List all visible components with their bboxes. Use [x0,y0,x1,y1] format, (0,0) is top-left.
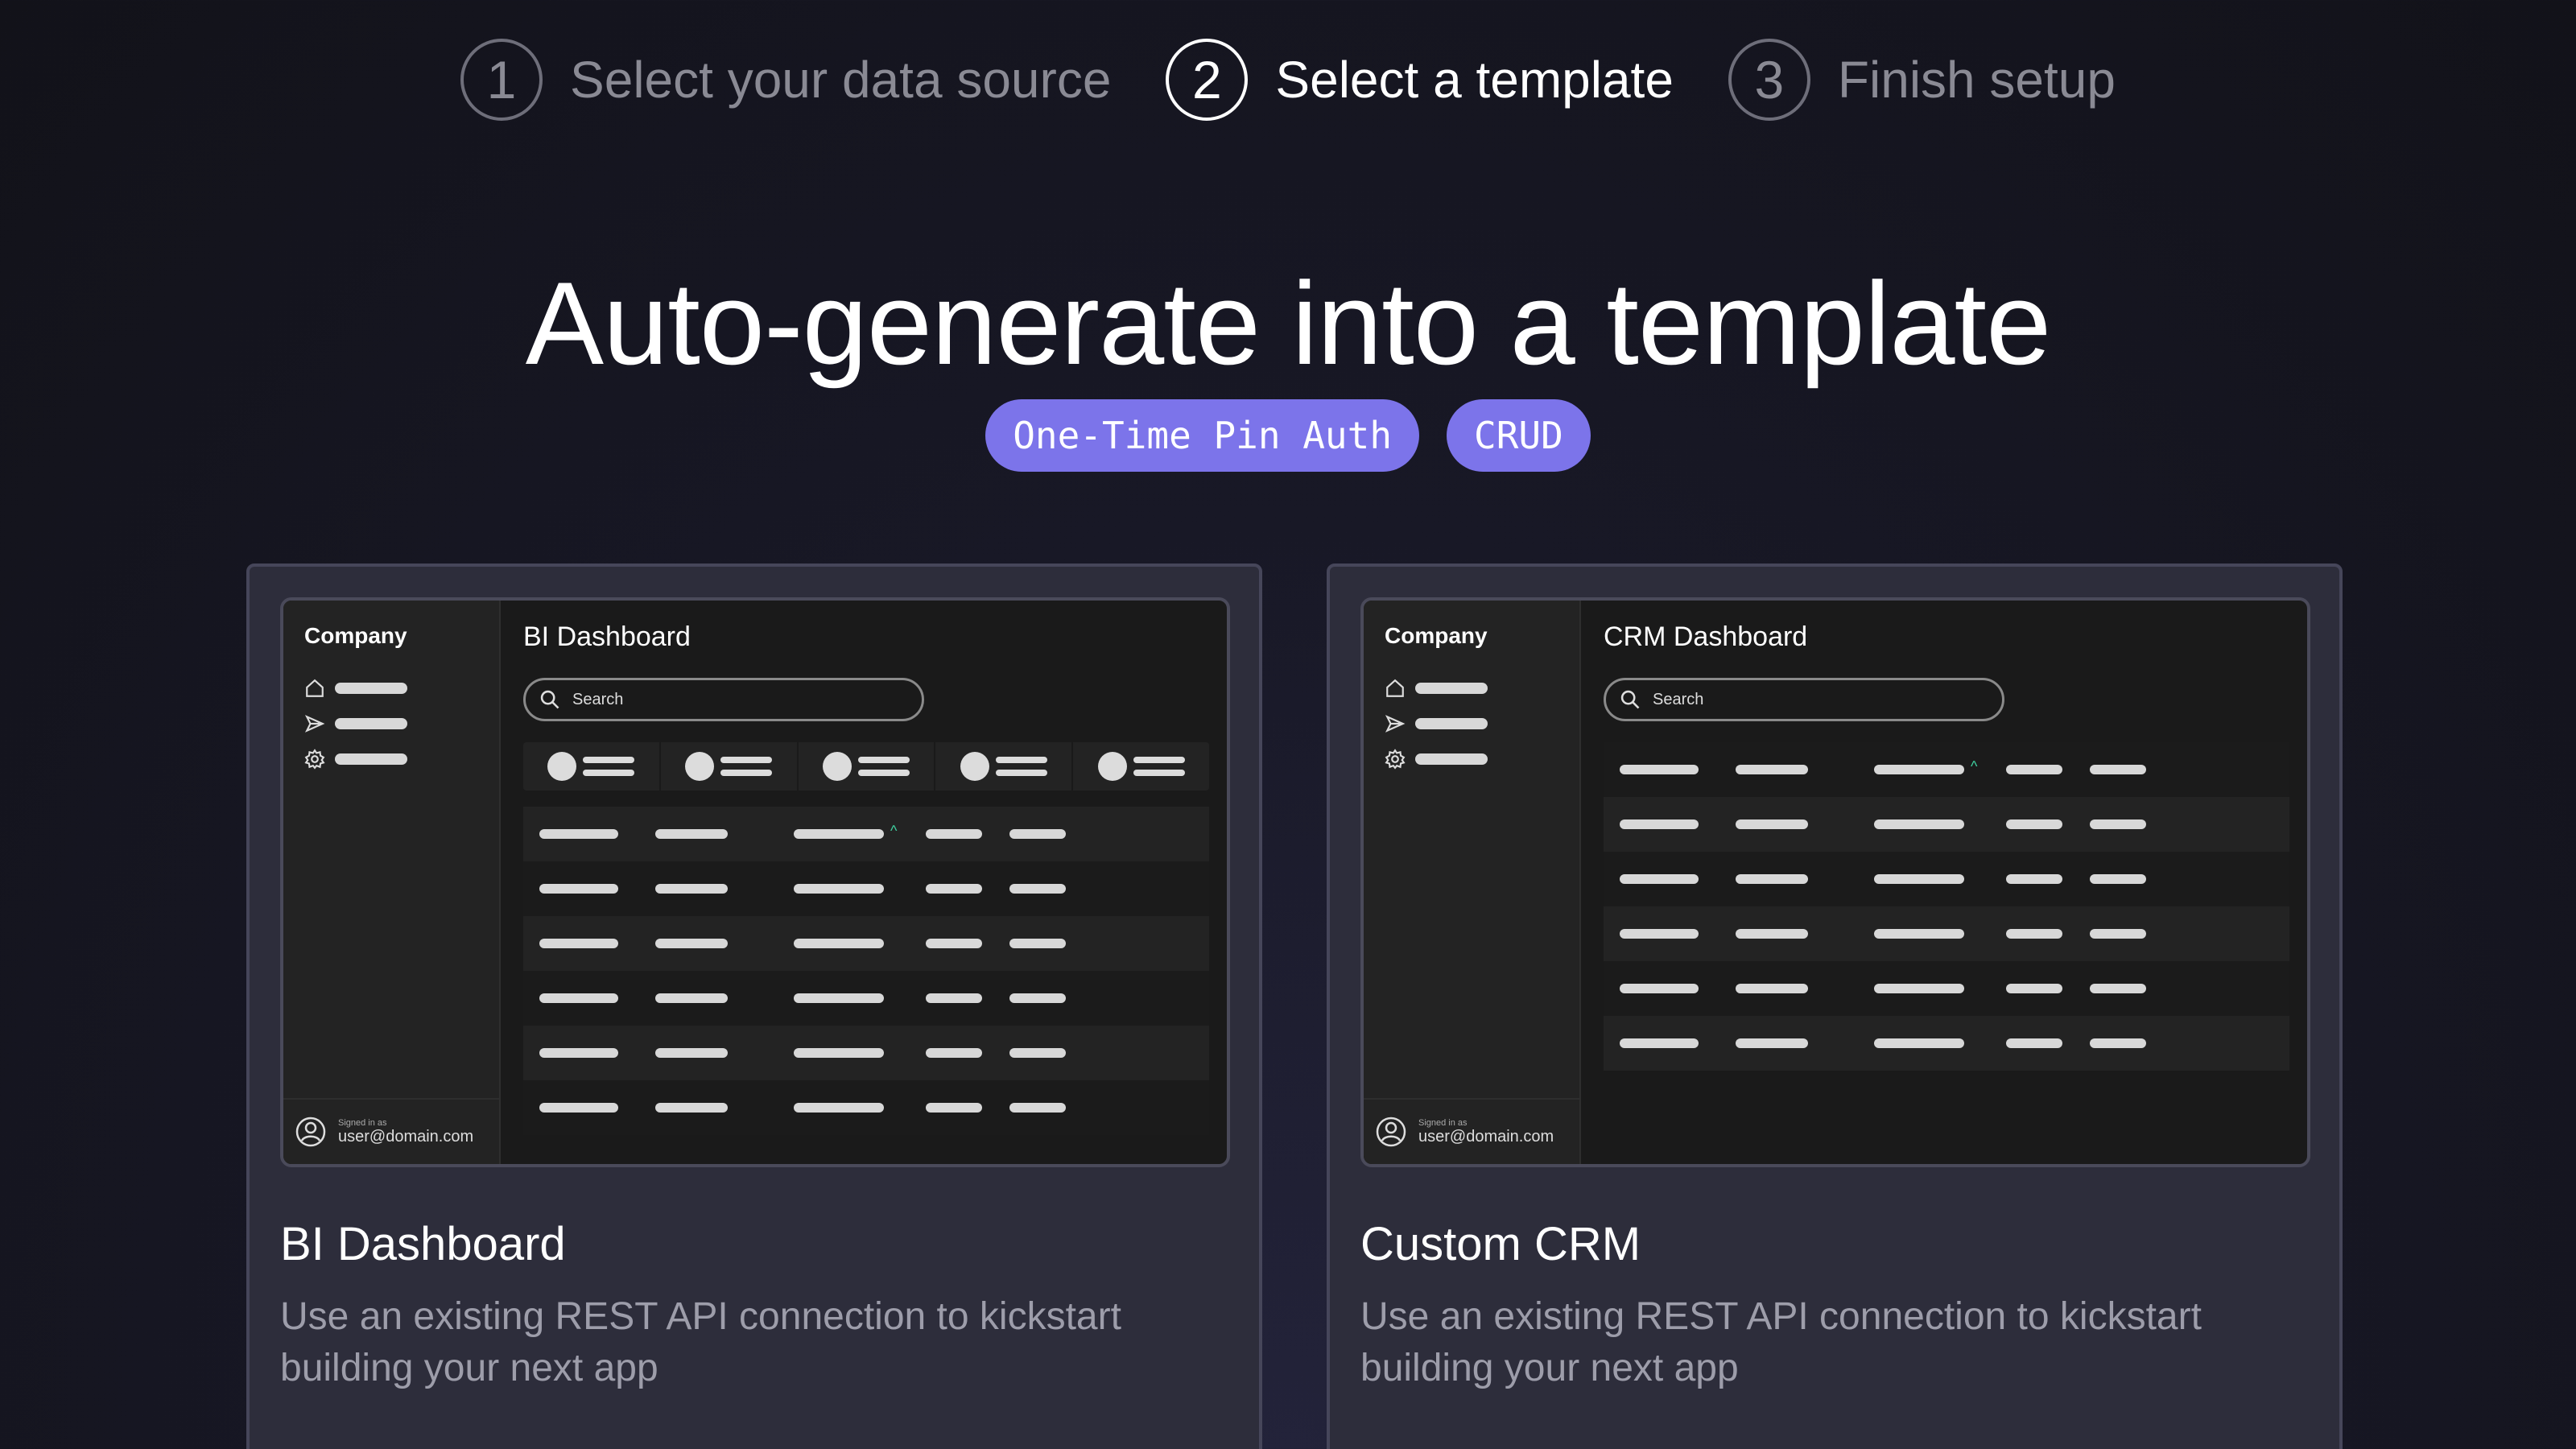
sort-caret-icon: ^ [1971,758,1978,774]
preview-main: CRM Dashboard Search ^ [1581,601,2307,1164]
preview-nav-settings [1385,749,1488,770]
user-icon [295,1117,326,1147]
preview-company-name: Company [1385,623,1488,648]
table-row [1604,797,2289,852]
signed-in-label: Signed in as [1418,1117,1468,1128]
page-title: Auto-generate into a template [525,258,2052,389]
step-1-number: 1 [460,39,543,121]
setup-stepper: 1 Select your data source 2 Select a tem… [0,39,2576,121]
preview-sidebar: Company Signed in as user@domain.com [283,601,501,1164]
preview-nav-send [1385,713,1488,734]
preview-search-input: Search [1604,678,2004,721]
send-icon [304,715,325,733]
preview-search-placeholder: Search [1653,690,1704,708]
table-row [523,861,1209,916]
template-card-bi-dashboard[interactable]: Company Signed in as user@domain.com BI … [246,564,1262,1449]
preview-sidebar: Company Signed in as user@domain.com [1364,601,1581,1164]
preview-search-input: Search [523,678,924,721]
step-3-label: Finish setup [1837,51,2116,109]
preview-dashboard-title: CRM Dashboard [1604,621,1808,652]
signed-in-email: user@domain.com [1418,1127,1554,1146]
step-2[interactable]: 2 Select a template [1166,39,1674,121]
sort-caret-icon: ^ [890,823,898,839]
table-row [523,1080,1209,1135]
template-preview: Company Signed in as user@domain.com [280,597,1230,1167]
signed-in-label: Signed in as [338,1117,387,1128]
home-icon [1386,679,1404,697]
table-row [1604,1016,2289,1071]
preview-nav-send [304,713,407,734]
stat-tile [935,742,1074,791]
tag-otp-auth: One-Time Pin Auth [985,399,1420,472]
preview-table: ^ [523,807,1209,1135]
preview-nav-settings [304,749,407,770]
stat-tile [661,742,799,791]
template-preview: Company Signed in as user@domain.com [1360,597,2310,1167]
feature-tags: One-Time Pin Auth CRUD [0,399,2576,472]
step-2-label: Select a template [1275,51,1674,109]
table-row [1604,961,2289,1016]
stat-tile [799,742,936,791]
preview-main: BI Dashboard Search ^ [501,601,1227,1164]
gear-icon [304,749,325,770]
table-row [523,971,1209,1026]
send-icon [1385,715,1406,733]
preview-table: ^ [1604,742,2289,1071]
preview-company-name: Company [304,623,407,648]
card-title: BI Dashboard [280,1218,566,1270]
card-title: Custom CRM [1360,1218,1641,1270]
search-icon [540,690,559,709]
preview-dashboard-title: BI Dashboard [523,621,691,652]
table-row [1604,852,2289,906]
step-1[interactable]: 1 Select your data source [460,39,1111,121]
step-3[interactable]: 3 Finish setup [1728,39,2116,121]
step-2-number: 2 [1166,39,1249,121]
template-card-custom-crm[interactable]: Company Signed in as user@domain.com CRM… [1327,564,2343,1449]
preview-nav-home [1385,678,1488,699]
preview-stat-row [523,742,1209,791]
preview-search-placeholder: Search [572,690,624,708]
table-row [523,1026,1209,1080]
table-header-row: ^ [523,807,1209,861]
preview-signed-in: Signed in as user@domain.com [283,1098,501,1164]
home-icon [306,679,324,697]
table-row [1604,906,2289,961]
stat-tile [1073,742,1209,791]
signed-in-email: user@domain.com [338,1127,474,1146]
card-description: Use an existing REST API connection to k… [1360,1295,2202,1389]
table-header-row: ^ [1604,742,2289,797]
search-icon [1620,690,1640,709]
preview-nav-home [304,678,407,699]
step-1-label: Select your data source [570,51,1112,109]
step-3-number: 3 [1728,39,1810,121]
tag-crud: CRUD [1447,399,1591,472]
user-icon [1376,1117,1406,1147]
stat-tile [523,742,661,791]
table-row [523,916,1209,971]
gear-icon [1385,749,1406,770]
card-description: Use an existing REST API connection to k… [280,1295,1121,1389]
preview-signed-in: Signed in as user@domain.com [1364,1098,1581,1164]
